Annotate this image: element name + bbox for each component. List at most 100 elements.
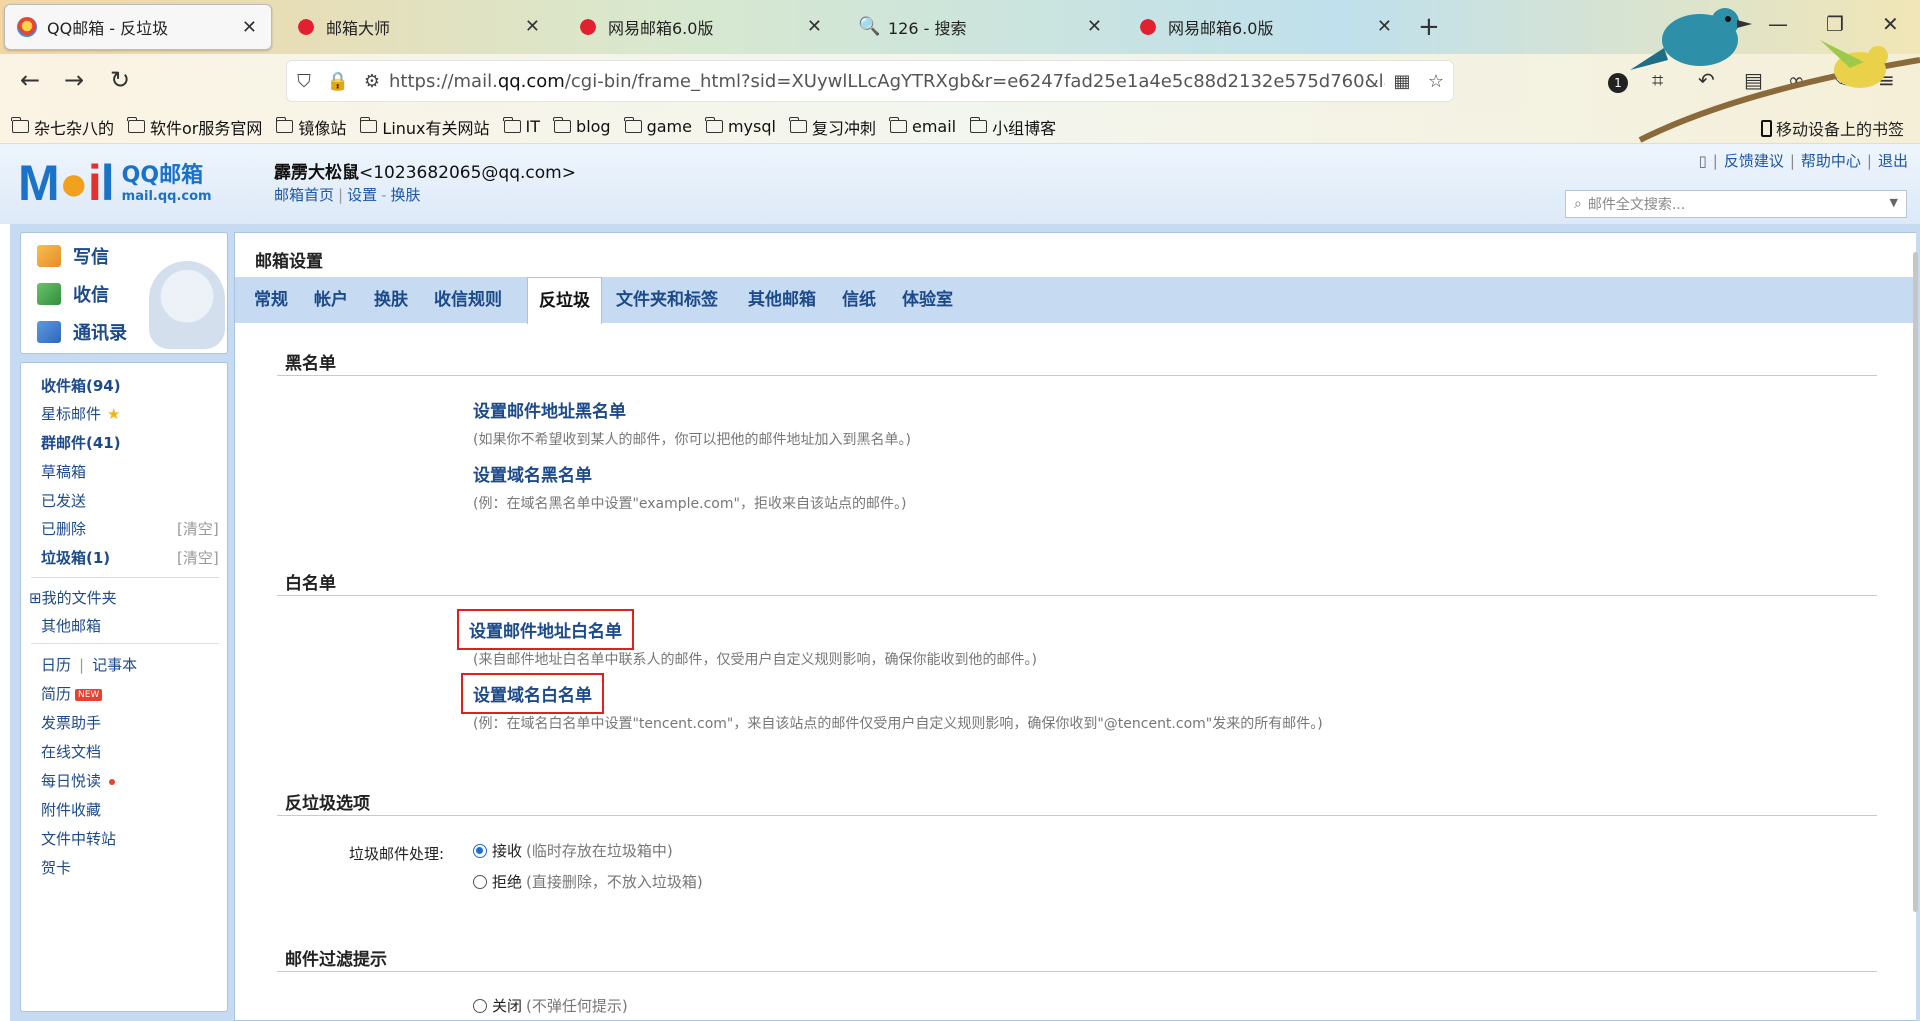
blacklist-address-link[interactable]: 设置邮件地址黑名单 [473, 397, 626, 422]
folder-drafts[interactable]: 草稿箱 [41, 461, 86, 482]
contacts-button[interactable]: 通讯录 [37, 319, 127, 345]
undo-icon[interactable]: ↶ [1698, 68, 1715, 92]
receive-button[interactable]: 收信 [37, 281, 109, 307]
tab-netease-mail-2[interactable]: 网易邮箱6.0版 ✕ [1126, 4, 1406, 50]
notes-link[interactable]: 记事本 [92, 656, 137, 674]
restore-icon[interactable]: ❐ [1826, 12, 1844, 36]
feedback-link[interactable]: 反馈建议 [1724, 150, 1784, 171]
settings-link[interactable]: 设置 [347, 186, 377, 204]
extension-icon[interactable]: ∞ [1788, 68, 1805, 92]
shield-icon[interactable]: ⛉ [287, 71, 321, 92]
clear-deleted-link[interactable]: [清空] [177, 518, 219, 539]
whitelist-address-link[interactable]: 设置邮件地址白名单 [457, 609, 634, 650]
invoice-link[interactable]: 发票助手 [41, 712, 101, 733]
url-text[interactable]: https://mail.qq.com/cgi-bin/frame_html?s… [389, 71, 1385, 92]
sidebar-icon[interactable]: ▤ [1744, 68, 1763, 92]
radio-selected-icon[interactable] [473, 843, 487, 858]
site-settings-icon[interactable]: ⚙ [355, 71, 389, 92]
other-mailboxes[interactable]: 其他邮箱 [41, 615, 101, 636]
close-icon[interactable]: ✕ [1087, 16, 1102, 37]
folder-starred[interactable]: 星标邮件 ★ [41, 403, 120, 424]
menu-icon[interactable]: ≡ [1878, 68, 1895, 92]
bookmark-folder[interactable]: 软件or服务官网 [127, 115, 262, 139]
blacklist-domain-link[interactable]: 设置域名黑名单 [473, 461, 592, 486]
logout-link[interactable]: 退出 [1878, 150, 1908, 171]
file-transfer-link[interactable]: 文件中转站 [41, 828, 116, 849]
tab-lab[interactable]: 体验室 [891, 277, 964, 323]
help-center-link[interactable]: 帮助中心 [1801, 150, 1861, 171]
tab-stationery[interactable]: 信纸 [831, 277, 887, 323]
extension-badge-icon[interactable]: 1 [1608, 68, 1628, 93]
filter-prompt-title: 邮件过滤提示 [285, 950, 387, 970]
bookmark-folder[interactable]: IT [502, 117, 540, 136]
scrollbar[interactable] [1913, 252, 1918, 912]
tab-folders-labels[interactable]: 文件夹和标签 [605, 277, 729, 323]
qq-mail-logo[interactable]: M●il QQ邮箱 mail.qq.com [18, 158, 212, 208]
folder-spam[interactable]: 垃圾箱(1) [清空] [41, 547, 221, 568]
tab-mail-master[interactable]: 邮箱大师 ✕ [284, 4, 554, 50]
radio-icon[interactable] [473, 874, 487, 889]
resume-link[interactable]: 简历 NEW [41, 683, 103, 704]
bookmark-folder[interactable]: 复习冲刺 [789, 115, 876, 139]
spam-reject-radio[interactable]: 拒绝 (直接删除，不放入垃圾箱) [473, 871, 703, 892]
radio-icon[interactable] [473, 998, 487, 1013]
bookmark-folder[interactable]: blog [553, 117, 611, 136]
bookmark-folder[interactable]: email [889, 117, 956, 136]
new-tab-icon[interactable]: + [1418, 12, 1440, 42]
bookmark-folder[interactable]: game [623, 117, 692, 136]
bookmark-folder[interactable]: mysql [705, 117, 776, 136]
tab-other-mailboxes[interactable]: 其他邮箱 [737, 277, 827, 323]
close-icon[interactable]: ✕ [807, 16, 822, 37]
reload-icon[interactable]: ↻ [104, 66, 136, 94]
folder-group[interactable]: 群邮件(41) [41, 432, 121, 453]
tab-skin[interactable]: 换肤 [363, 277, 419, 323]
folder-inbox[interactable]: 收件箱(94) [41, 375, 121, 396]
mail-home-link[interactable]: 邮箱首页 [274, 186, 334, 204]
qr-code-icon[interactable]: ▦ [1385, 71, 1419, 92]
attachments-link[interactable]: 附件收藏 [41, 799, 101, 820]
calendar-link[interactable]: 日历 [41, 656, 71, 674]
forward-icon[interactable]: → [58, 66, 90, 94]
folder-sent[interactable]: 已发送 [41, 490, 86, 511]
lock-icon[interactable]: 🔒 [321, 71, 355, 92]
mobile-icon[interactable]: ▯ [1699, 152, 1707, 170]
daily-read-link[interactable]: 每日悦读 [41, 770, 116, 791]
chevron-down-icon[interactable]: ▼ [1890, 196, 1898, 209]
page-title: 邮箱设置 [255, 252, 323, 272]
mail-search-input[interactable]: ⌕ 邮件全文搜索... ▼ [1565, 190, 1907, 218]
bookmark-star-icon[interactable]: ☆ [1419, 71, 1453, 92]
pen-icon[interactable]: ✎ [1832, 68, 1849, 92]
filter-off-radio[interactable]: 关闭 (不弹任何提示) [473, 995, 628, 1016]
folder-icon [553, 117, 572, 133]
write-button[interactable]: 写信 [37, 243, 109, 269]
window-close-icon[interactable]: ✕ [1882, 12, 1899, 36]
tab-rules[interactable]: 收信规则 [423, 277, 513, 323]
bookmark-folder[interactable]: 杂七杂八的 [11, 115, 114, 139]
whitelist-domain-link[interactable]: 设置域名白名单 [461, 673, 604, 714]
clear-spam-link[interactable]: [清空] [177, 547, 219, 568]
address-bar[interactable]: ⛉ 🔒 ⚙ https://mail.qq.com/cgi-bin/frame_… [286, 60, 1454, 102]
tab-126-search[interactable]: 🔍 126 - 搜索 ✕ [846, 4, 1116, 50]
online-docs-link[interactable]: 在线文档 [41, 741, 101, 762]
close-icon[interactable]: ✕ [1377, 16, 1392, 37]
bookmark-folder[interactable]: 镜像站 [275, 115, 346, 139]
tab-qq-mail[interactable]: QQ邮箱 - 反垃圾 ✕ [4, 4, 272, 50]
crop-icon[interactable]: ⌗ [1652, 68, 1663, 92]
greeting-cards-link[interactable]: 贺卡 [41, 857, 71, 878]
bookmark-folder[interactable]: Linux有关网站 [359, 115, 490, 139]
close-icon[interactable]: ✕ [242, 17, 257, 38]
bookmark-folder[interactable]: 小组博客 [969, 115, 1056, 139]
folder-deleted[interactable]: 已删除 [清空] [41, 518, 221, 539]
minimize-icon[interactable]: — [1768, 12, 1788, 36]
mobile-bookmarks[interactable]: 移动设备上的书签 [1760, 116, 1904, 140]
tab-general[interactable]: 常规 [243, 277, 299, 323]
unread-dot [109, 778, 116, 785]
spam-accept-radio[interactable]: 接收 (临时存放在垃圾箱中) [473, 840, 673, 861]
my-folders[interactable]: ⊞我的文件夹 [29, 587, 117, 608]
tab-antispam[interactable]: 反垃圾 [527, 277, 602, 324]
tab-netease-mail[interactable]: 网易邮箱6.0版 ✕ [566, 4, 836, 50]
close-icon[interactable]: ✕ [525, 16, 540, 37]
back-icon[interactable]: ← [14, 66, 46, 94]
change-skin-link[interactable]: 换肤 [391, 186, 421, 204]
tab-account[interactable]: 帐户 [303, 277, 359, 323]
